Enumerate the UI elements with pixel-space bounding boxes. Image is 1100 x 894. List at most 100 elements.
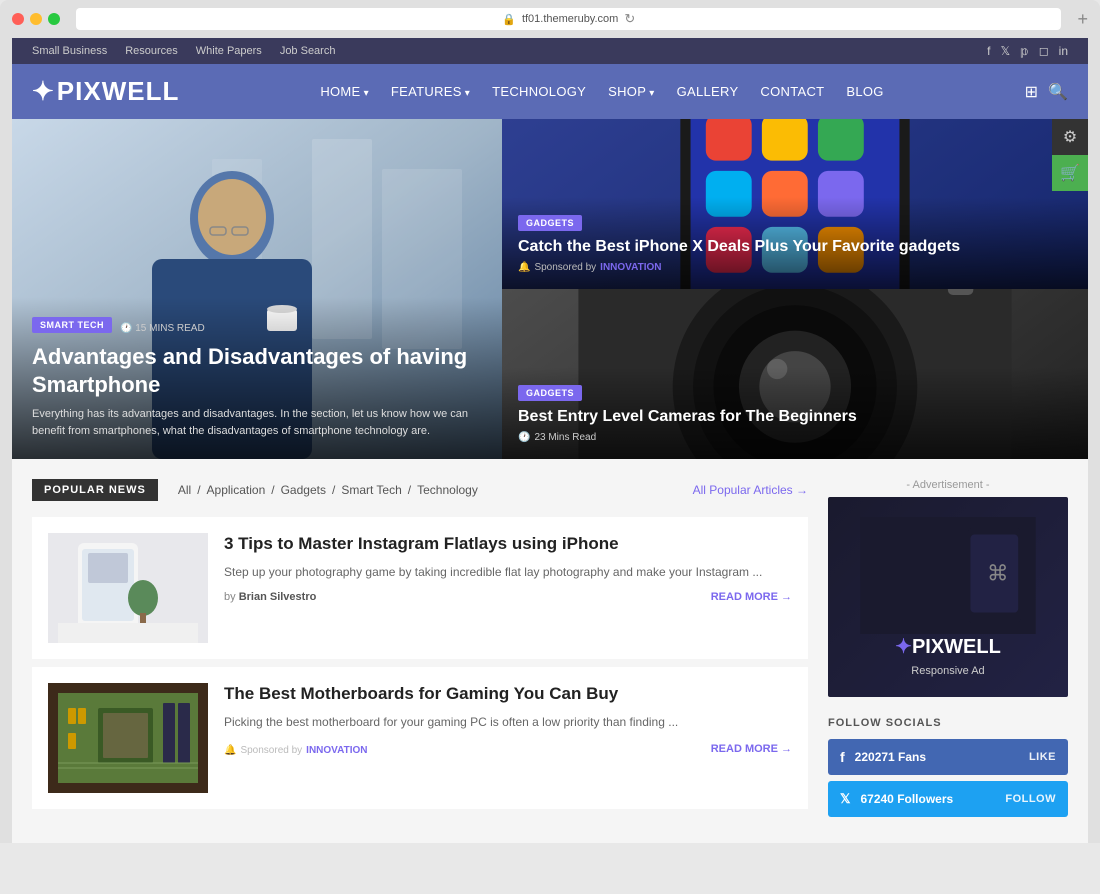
instagram-icon[interactable]: ◻: [1039, 44, 1049, 58]
twitter-action: FOLLOW: [1005, 793, 1056, 805]
hero-main-read-time: 🕐 15 MINS READ: [120, 323, 205, 334]
nav-shop[interactable]: SHOP: [608, 84, 654, 99]
hero-main-excerpt: Everything has its advantages and disadv…: [32, 406, 482, 439]
cat-smart-tech[interactable]: Smart Tech: [341, 483, 401, 497]
search-icon[interactable]: 🔍: [1048, 82, 1068, 102]
all-articles-link[interactable]: All Popular Articles →: [693, 483, 808, 497]
hero-camera-title: Best Entry Level Cameras for The Beginne…: [518, 407, 1072, 428]
twitter-btn-icon: 𝕏: [840, 791, 850, 807]
top-bar: Small Business Resources White Papers Jo…: [12, 38, 1088, 64]
hero-camera-tag: GADGETS: [518, 385, 582, 401]
hero-main-card[interactable]: SMART TECH 🕐 15 MINS READ Advantages and…: [12, 119, 502, 459]
browser-window: 🔒 tf01.themeruby.com ↻ + Small Business …: [0, 0, 1100, 843]
site-logo[interactable]: ✦ PIXWELL: [32, 76, 179, 107]
article-footer-1: 🔔 Sponsored by INNOVATION READ MORE →: [224, 741, 792, 756]
top-nav-links: Small Business Resources White Papers Jo…: [32, 45, 335, 57]
logo-text: PIXWELL: [57, 76, 180, 107]
top-link-job-search[interactable]: Job Search: [280, 45, 336, 57]
facebook-btn-icon: f: [840, 749, 845, 765]
settings-widget[interactable]: ⚙: [1052, 119, 1088, 155]
article-card-0: 3 Tips to Master Instagram Flatlays usin…: [32, 517, 808, 659]
ad-tagline: Responsive Ad: [911, 665, 984, 677]
window-controls: [12, 13, 60, 25]
cat-technology[interactable]: Technology: [417, 483, 478, 497]
article-thumb-0[interactable]: [48, 533, 208, 643]
article-sponsored-1: 🔔 Sponsored by INNOVATION: [224, 745, 367, 756]
facebook-icon[interactable]: f: [987, 44, 990, 58]
nav-home[interactable]: HOME: [320, 84, 369, 99]
article-title-1[interactable]: The Best Motherboards for Gaming You Can…: [224, 683, 792, 705]
svg-text:⌘: ⌘: [987, 561, 1008, 585]
hero-section: SMART TECH 🕐 15 MINS READ Advantages and…: [12, 119, 1088, 459]
cat-all[interactable]: All: [178, 483, 191, 497]
pinterest-icon[interactable]: 𝕡: [1020, 44, 1029, 58]
nav-features[interactable]: FEATURES: [391, 84, 470, 99]
clock-icon-camera: 🕐: [518, 432, 530, 443]
reload-icon[interactable]: ↻: [624, 11, 635, 27]
cat-application[interactable]: Application: [207, 483, 266, 497]
header-icons: ⊞ 🔍: [1025, 82, 1068, 102]
article-image-0: [48, 533, 208, 643]
twitter-icon[interactable]: 𝕏: [1001, 44, 1011, 58]
hero-camera-card[interactable]: HERO5 SESSION GADGETS Best Entry Level C…: [502, 289, 1088, 459]
maximize-button[interactable]: [48, 13, 60, 25]
hero-iphone-title: Catch the Best iPhone X Deals Plus Your …: [518, 237, 1072, 258]
facebook-follow-btn[interactable]: f 220271 Fans LIKE: [828, 739, 1068, 775]
nav-technology[interactable]: TECHNOLOGY: [492, 84, 586, 99]
facebook-count: 220271 Fans: [855, 750, 1029, 764]
article-body-0: 3 Tips to Master Instagram Flatlays usin…: [224, 533, 792, 643]
site-header: ✦ PIXWELL HOME FEATURES TECHNOLOGY SHOP …: [12, 64, 1088, 119]
compare-icon[interactable]: ⊞: [1025, 82, 1038, 102]
website-content: Small Business Resources White Papers Jo…: [12, 38, 1088, 843]
content-left: POPULAR NEWS All / Application / Gadgets…: [32, 479, 808, 823]
minimize-button[interactable]: [30, 13, 42, 25]
linkedin-icon[interactable]: in: [1059, 44, 1068, 58]
article-excerpt-0: Step up your photography game by taking …: [224, 563, 792, 581]
facebook-action: LIKE: [1029, 751, 1056, 763]
social-icons-topbar: f 𝕏 𝕡 ◻ in: [987, 44, 1068, 58]
main-content-area: POPULAR NEWS All / Application / Gadgets…: [12, 459, 1088, 843]
article-footer-0: by Brian Silvestro READ MORE →: [224, 591, 792, 603]
hero-main-overlay: SMART TECH 🕐 15 MINS READ Advantages and…: [12, 297, 502, 459]
ad-image[interactable]: ⌘ ✦PIXWELL Responsive Ad: [828, 497, 1068, 697]
bell-icon-article: 🔔: [224, 745, 236, 756]
nav-blog[interactable]: BLOG: [846, 84, 883, 99]
article-thumb-1[interactable]: [48, 683, 208, 793]
clock-icon: 🕐: [120, 323, 132, 334]
hero-main-tag: SMART TECH: [32, 317, 112, 333]
hero-iphone-card[interactable]: GADGETS Catch the Best iPhone X Deals Pl…: [502, 119, 1088, 289]
twitter-follow-btn[interactable]: 𝕏 67240 Followers FOLLOW: [828, 781, 1068, 817]
hero-camera-meta: 🕐 23 Mins Read: [518, 432, 1072, 443]
hero-iphone-tag: GADGETS: [518, 215, 582, 231]
article-card-1: The Best Motherboards for Gaming You Can…: [32, 667, 808, 809]
nav-contact[interactable]: CONTACT: [760, 84, 824, 99]
nav-gallery[interactable]: GALLERY: [677, 84, 739, 99]
lock-icon: 🔒: [502, 13, 516, 26]
read-more-1[interactable]: READ MORE →: [711, 743, 792, 755]
hero-iphone-sponsored: 🔔 Sponsored by INNOVATION: [518, 262, 1072, 273]
cart-widget[interactable]: 🛒: [1052, 155, 1088, 191]
hero-main-title: Advantages and Disadvantages of having S…: [32, 343, 482, 398]
twitter-count: 67240 Followers: [860, 792, 1005, 806]
follow-socials-section: FOLLOW SOCIALS f 220271 Fans LIKE 𝕏 6724…: [828, 717, 1068, 817]
read-more-0[interactable]: READ MORE →: [711, 591, 792, 603]
article-title-0[interactable]: 3 Tips to Master Instagram Flatlays usin…: [224, 533, 792, 555]
popular-news-badge: POPULAR NEWS: [32, 479, 158, 501]
cat-gadgets[interactable]: Gadgets: [281, 483, 326, 497]
hero-iphone-overlay: GADGETS Catch the Best iPhone X Deals Pl…: [502, 197, 1088, 289]
content-right-sidebar: - Advertisement - ⌘ ✦PIXWELL: [828, 479, 1068, 823]
close-button[interactable]: [12, 13, 24, 25]
hero-camera-overlay: GADGETS Best Entry Level Cameras for The…: [502, 367, 1088, 459]
hero-secondary: GADGETS Catch the Best iPhone X Deals Pl…: [502, 119, 1088, 459]
top-link-white-papers[interactable]: White Papers: [196, 45, 262, 57]
address-bar[interactable]: 🔒 tf01.themeruby.com ↻: [76, 8, 1061, 30]
main-nav: HOME FEATURES TECHNOLOGY SHOP GALLERY CO…: [320, 84, 883, 99]
top-link-resources[interactable]: Resources: [125, 45, 178, 57]
top-link-small-business[interactable]: Small Business: [32, 45, 107, 57]
article-excerpt-1: Picking the best motherboard for your ga…: [224, 713, 792, 731]
new-tab-button[interactable]: +: [1077, 9, 1088, 30]
side-widgets: ⚙ 🛒: [1052, 119, 1088, 191]
article-image-1: [48, 683, 208, 793]
popular-news-header: POPULAR NEWS All / Application / Gadgets…: [32, 479, 808, 501]
url-text: tf01.themeruby.com: [522, 13, 618, 25]
